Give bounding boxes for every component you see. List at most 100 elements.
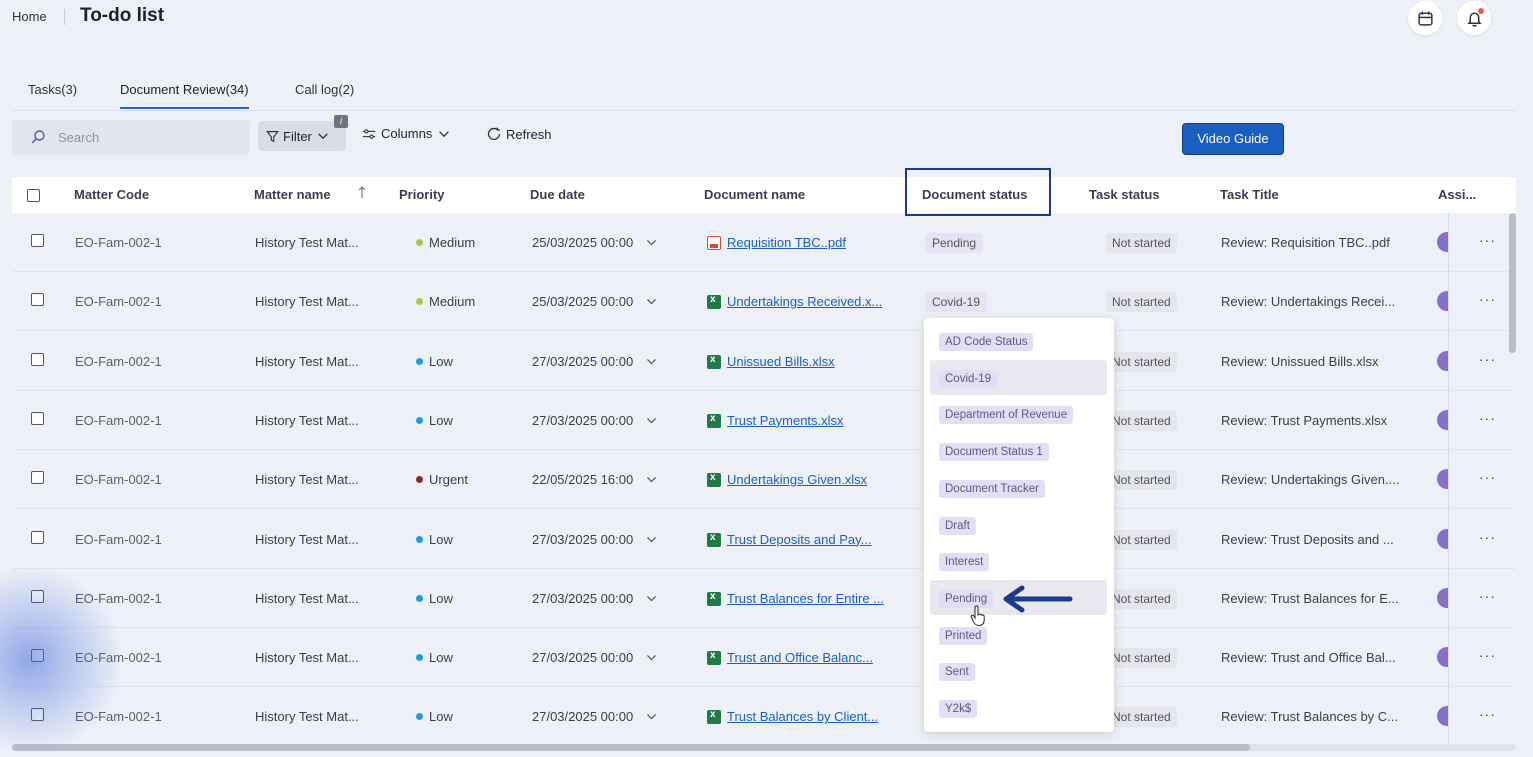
- due-date-cell[interactable]: 27/03/2025 00:00: [532, 354, 633, 369]
- row-more-icon[interactable]: ···: [1479, 291, 1496, 307]
- video-guide-button[interactable]: Video Guide: [1182, 123, 1284, 155]
- table-row[interactable]: EO-Fam-002-1 History Test Mat... Low 27/03/…: [12, 391, 1516, 450]
- tab-call-log[interactable]: Call log(2): [295, 82, 354, 107]
- dropdown-option[interactable]: Draft: [930, 507, 1107, 542]
- dropdown-option[interactable]: Y2k$: [930, 690, 1107, 725]
- document-status-badge[interactable]: Covid-19: [925, 292, 988, 313]
- annotation-arrow-icon: [1003, 585, 1073, 613]
- dropdown-option[interactable]: Sent: [930, 653, 1107, 688]
- row-checkbox[interactable]: [31, 471, 44, 485]
- priority-cell: Low: [416, 709, 453, 724]
- table-row[interactable]: EO-Fam-002-1 History Test Mat... Medium 25/…: [12, 213, 1516, 272]
- due-date-cell[interactable]: 25/03/2025 00:00: [532, 235, 633, 250]
- table-row[interactable]: EO-Fam-002-1 History Test Mat... Urgent 22/…: [12, 450, 1516, 510]
- dropdown-option[interactable]: Document Tracker: [930, 470, 1107, 505]
- filter-info-badge[interactable]: i: [334, 115, 348, 128]
- columns-button[interactable]: Columns: [362, 126, 451, 141]
- column-header-task-status[interactable]: Task status: [1089, 187, 1160, 202]
- row-more-icon[interactable]: ···: [1479, 351, 1496, 367]
- document-link[interactable]: Trust Balances for Entire ...: [727, 591, 884, 606]
- due-date-cell[interactable]: 27/03/2025 00:00: [532, 532, 633, 547]
- row-more-icon[interactable]: ···: [1479, 469, 1496, 485]
- task-status-badge: Not started: [1106, 292, 1177, 313]
- chevron-down-icon[interactable]: [645, 295, 658, 308]
- column-header-matter-name[interactable]: Matter name: [254, 187, 331, 202]
- select-all-checkbox[interactable]: [27, 189, 40, 202]
- row-more-icon[interactable]: ···: [1479, 529, 1496, 545]
- table-row[interactable]: EO-Fam-002-1 History Test Mat... Medium 25/…: [12, 272, 1516, 332]
- document-link[interactable]: Unissued Bills.xlsx: [727, 354, 835, 369]
- document-link[interactable]: Trust and Office Balanc...: [727, 650, 873, 665]
- chevron-down-icon[interactable]: [645, 414, 658, 427]
- column-header-document-name[interactable]: Document name: [704, 187, 805, 202]
- document-link[interactable]: Undertakings Given.xlsx: [727, 472, 867, 487]
- row-checkbox[interactable]: [31, 589, 44, 603]
- chevron-down-icon[interactable]: [645, 533, 658, 546]
- document-status-badge[interactable]: Pending: [925, 233, 984, 253]
- chevron-down-icon[interactable]: [645, 236, 658, 249]
- dropdown-option[interactable]: Document Status 1: [930, 433, 1107, 468]
- tab-tasks[interactable]: Tasks(3): [28, 82, 77, 107]
- row-checkbox[interactable]: [31, 708, 44, 722]
- due-date-cell[interactable]: 27/03/2025 00:00: [532, 709, 633, 724]
- priority-dot-icon: [416, 713, 423, 721]
- chevron-down-icon[interactable]: [645, 473, 658, 486]
- search-input[interactable]: [58, 128, 238, 146]
- row-checkbox[interactable]: [31, 649, 44, 663]
- row-more-icon[interactable]: ···: [1479, 410, 1496, 426]
- due-date-cell[interactable]: 27/03/2025 00:00: [532, 591, 633, 606]
- columns-label: Columns: [381, 126, 433, 141]
- table-row[interactable]: EO-Fam-002-1 History Test Mat... Low 27/03/…: [12, 510, 1516, 569]
- due-date-cell[interactable]: 25/03/2025 00:00: [532, 294, 633, 309]
- row-checkbox[interactable]: [31, 352, 44, 366]
- row-checkbox[interactable]: [31, 293, 44, 307]
- column-header-document-status[interactable]: Document status: [922, 187, 1027, 202]
- column-header-due-date[interactable]: Due date: [530, 187, 585, 202]
- dropdown-option[interactable]: Department of Revenue: [930, 396, 1107, 431]
- task-status-badge: Not started: [1106, 529, 1177, 550]
- row-more-icon[interactable]: ···: [1479, 647, 1496, 663]
- column-header-assignee[interactable]: Assi...: [1438, 187, 1476, 202]
- row-more-icon[interactable]: ···: [1479, 232, 1496, 248]
- column-header-matter-code[interactable]: Matter Code: [74, 187, 149, 202]
- tab-document-review[interactable]: Document Review(34): [120, 82, 249, 109]
- filter-button[interactable]: Filter: [258, 121, 346, 151]
- chevron-down-icon[interactable]: [645, 355, 658, 368]
- column-header-task-title[interactable]: Task Title: [1220, 187, 1279, 202]
- row-more-icon[interactable]: ···: [1479, 706, 1496, 722]
- dropdown-option[interactable]: Interest: [930, 543, 1107, 578]
- dropdown-option[interactable]: Printed: [930, 617, 1107, 652]
- column-header-priority[interactable]: Priority: [399, 187, 445, 202]
- due-date-cell[interactable]: 27/03/2025 00:00: [532, 650, 633, 665]
- dropdown-option[interactable]: Covid-19: [930, 359, 1107, 395]
- calendar-button[interactable]: [1408, 1, 1442, 35]
- table-row[interactable]: EO-Fam-002-1 History Test Mat... Low 27/03/…: [12, 332, 1516, 391]
- row-more-icon[interactable]: ···: [1479, 588, 1496, 604]
- table-row[interactable]: EO-Fam-002-1 History Test Mat... Low 27/03/…: [12, 569, 1516, 628]
- priority-dot-icon: [416, 298, 423, 306]
- row-checkbox[interactable]: [31, 234, 44, 247]
- refresh-button[interactable]: Refresh: [486, 126, 552, 142]
- row-checkbox[interactable]: [31, 530, 44, 544]
- document-link[interactable]: Undertakings Received.x...: [727, 294, 882, 309]
- due-date-cell[interactable]: 27/03/2025 00:00: [532, 413, 633, 428]
- document-link[interactable]: Requisition TBC..pdf: [727, 235, 846, 250]
- breadcrumb-home[interactable]: Home: [12, 9, 47, 24]
- chevron-down-icon[interactable]: [645, 592, 658, 605]
- document-link[interactable]: Trust Balances by Client...: [727, 709, 878, 724]
- chevron-down-icon[interactable]: [645, 651, 658, 664]
- vertical-scrollbar[interactable]: [1509, 213, 1516, 353]
- horizontal-scrollbar[interactable]: [12, 744, 1250, 751]
- table-row[interactable]: EO-Fam-002-1 History Test Mat... Low 27/03/…: [12, 687, 1516, 747]
- row-checkbox[interactable]: [31, 411, 44, 425]
- chevron-down-icon: [439, 130, 450, 137]
- due-date-cell[interactable]: 22/05/2025 16:00: [532, 472, 633, 487]
- dropdown-option[interactable]: AD Code Status: [930, 323, 1107, 358]
- matter-name-cell: History Test Mat...: [255, 709, 359, 725]
- table-row[interactable]: EO-Fam-002-1 History Test Mat... Low 27/03/…: [12, 628, 1516, 688]
- document-link[interactable]: Trust Deposits and Pay...: [727, 532, 872, 547]
- sort-arrow-icon[interactable]: [357, 185, 367, 199]
- notifications-button[interactable]: [1457, 1, 1491, 35]
- document-link[interactable]: Trust Payments.xlsx: [727, 413, 844, 428]
- chevron-down-icon[interactable]: [645, 710, 658, 723]
